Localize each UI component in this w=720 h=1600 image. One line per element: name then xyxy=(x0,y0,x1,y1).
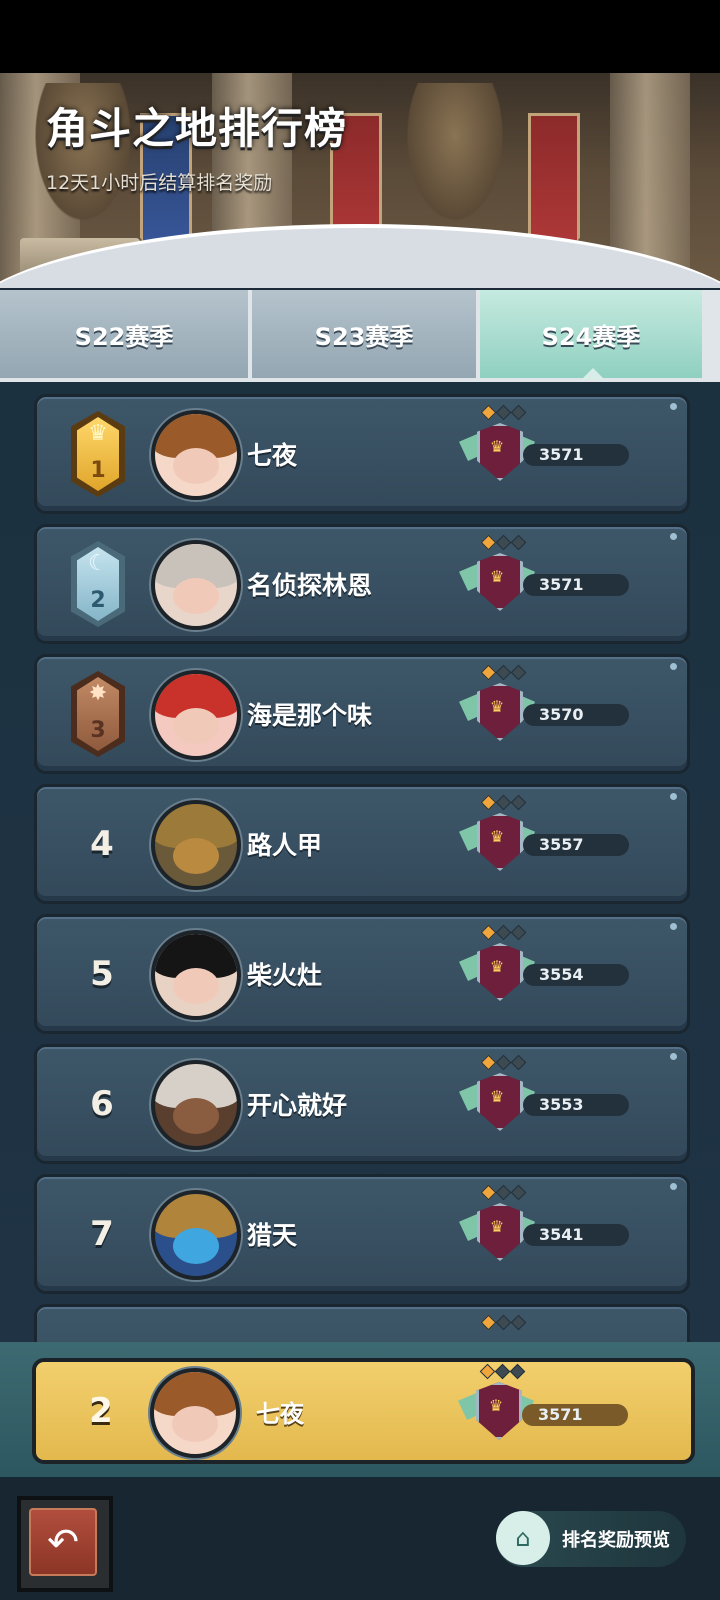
tab-s22[interactable]: S22赛季 xyxy=(0,290,248,378)
player-name: 七夜 xyxy=(247,441,298,470)
rank-emblem-icon xyxy=(459,1314,535,1342)
avatar[interactable] xyxy=(151,1190,241,1280)
silver-medal-icon: ☾ 2 xyxy=(71,541,125,627)
avatar[interactable] xyxy=(151,800,241,890)
avatar[interactable] xyxy=(151,540,241,630)
reward-preview-label: 排名奖励预览 xyxy=(562,1530,670,1551)
player-name: 猎天 xyxy=(247,1221,298,1250)
corner-dot xyxy=(670,1053,677,1060)
my-score: 3571 xyxy=(522,1404,628,1426)
corner-dot xyxy=(670,403,677,410)
avatar[interactable] xyxy=(150,1368,240,1458)
score: 3557 xyxy=(523,834,629,856)
score: 3553 xyxy=(523,1094,629,1116)
leaderboard-row[interactable]: 7 猎天 ♛ 3541 xyxy=(34,1174,690,1294)
status-bar xyxy=(0,0,720,73)
leaderboard-row[interactable]: 5 柴火灶 ♛ 3554 xyxy=(34,914,690,1034)
leaderboard-row-partial[interactable] xyxy=(34,1304,690,1342)
selected-tab-indicator xyxy=(581,368,605,380)
page-title: 角斗之地排行榜 xyxy=(46,104,348,153)
corner-dot xyxy=(670,533,677,540)
avatar[interactable] xyxy=(151,670,241,760)
player-name: 路人甲 xyxy=(247,831,323,860)
score: 3554 xyxy=(523,964,629,986)
reward-chest-icon: ⌂ xyxy=(496,1511,550,1565)
score: 3541 xyxy=(523,1224,629,1246)
bottom-bar: ↶ ⌂ 排名奖励预览 xyxy=(0,1477,720,1600)
leaderboard-row[interactable]: 6 开心就好 ♛ 3553 xyxy=(34,1044,690,1164)
season-tabs: S22赛季 S23赛季 S24赛季 xyxy=(0,290,720,382)
rank-number: 6 xyxy=(90,1084,114,1124)
rank-number: 7 xyxy=(90,1214,114,1254)
score: 3571 xyxy=(523,574,629,596)
corner-dot xyxy=(670,663,677,670)
leaderboard-row[interactable]: 4 路人甲 ♛ 3557 xyxy=(34,784,690,904)
decor-knight xyxy=(400,83,510,233)
player-name: 开心就好 xyxy=(247,1091,348,1120)
rank-number: 4 xyxy=(90,824,114,864)
corner-dot xyxy=(670,923,677,930)
leaderboard-row[interactable]: ✸ 3 海是那个味 ♛ 3570 xyxy=(34,654,690,774)
tab-s24[interactable]: S24赛季 xyxy=(480,290,702,378)
leaderboard-row[interactable]: ☾ 2 名侦探林恩 ♛ 3571 xyxy=(34,524,690,644)
my-rank-panel: 2 七夜 ♛ 3571 xyxy=(0,1342,720,1477)
my-rank-row[interactable]: 2 七夜 ♛ 3571 xyxy=(32,1358,695,1464)
leaderboard-row[interactable]: ♛ 1 七夜 ♛ 3571 xyxy=(34,394,690,514)
reward-preview-button[interactable]: ⌂ 排名奖励预览 xyxy=(496,1511,686,1567)
avatar[interactable] xyxy=(151,410,241,500)
avatar[interactable] xyxy=(151,930,241,1020)
player-name: 名侦探林恩 xyxy=(247,571,373,600)
score: 3571 xyxy=(523,444,629,466)
back-button[interactable]: ↶ xyxy=(17,1496,113,1592)
corner-dot xyxy=(670,1183,677,1190)
my-rank-number: 2 xyxy=(89,1391,113,1431)
rank-number: 5 xyxy=(90,954,114,994)
score: 3570 xyxy=(523,704,629,726)
my-player-name: 七夜 xyxy=(256,1399,304,1428)
bronze-medal-icon: ✸ 3 xyxy=(71,671,125,757)
tab-s23[interactable]: S23赛季 xyxy=(252,290,476,378)
avatar[interactable] xyxy=(151,1060,241,1150)
player-name: 柴火灶 xyxy=(247,961,323,990)
back-arrow-icon: ↶ xyxy=(29,1508,97,1576)
corner-dot xyxy=(670,793,677,800)
player-name: 海是那个味 xyxy=(247,701,373,730)
rank-emblem-icon: ♛ xyxy=(458,1363,534,1450)
settlement-countdown: 12天1小时后结算排名奖励 xyxy=(46,172,273,194)
gold-medal-icon: ♛ 1 xyxy=(71,411,125,497)
leaderboard-list[interactable]: ♛ 1 七夜 ♛ 3571 ☾ 2 名侦探林恩 ♛ 3571 ✸ 3 海是那个味… xyxy=(0,382,720,1342)
